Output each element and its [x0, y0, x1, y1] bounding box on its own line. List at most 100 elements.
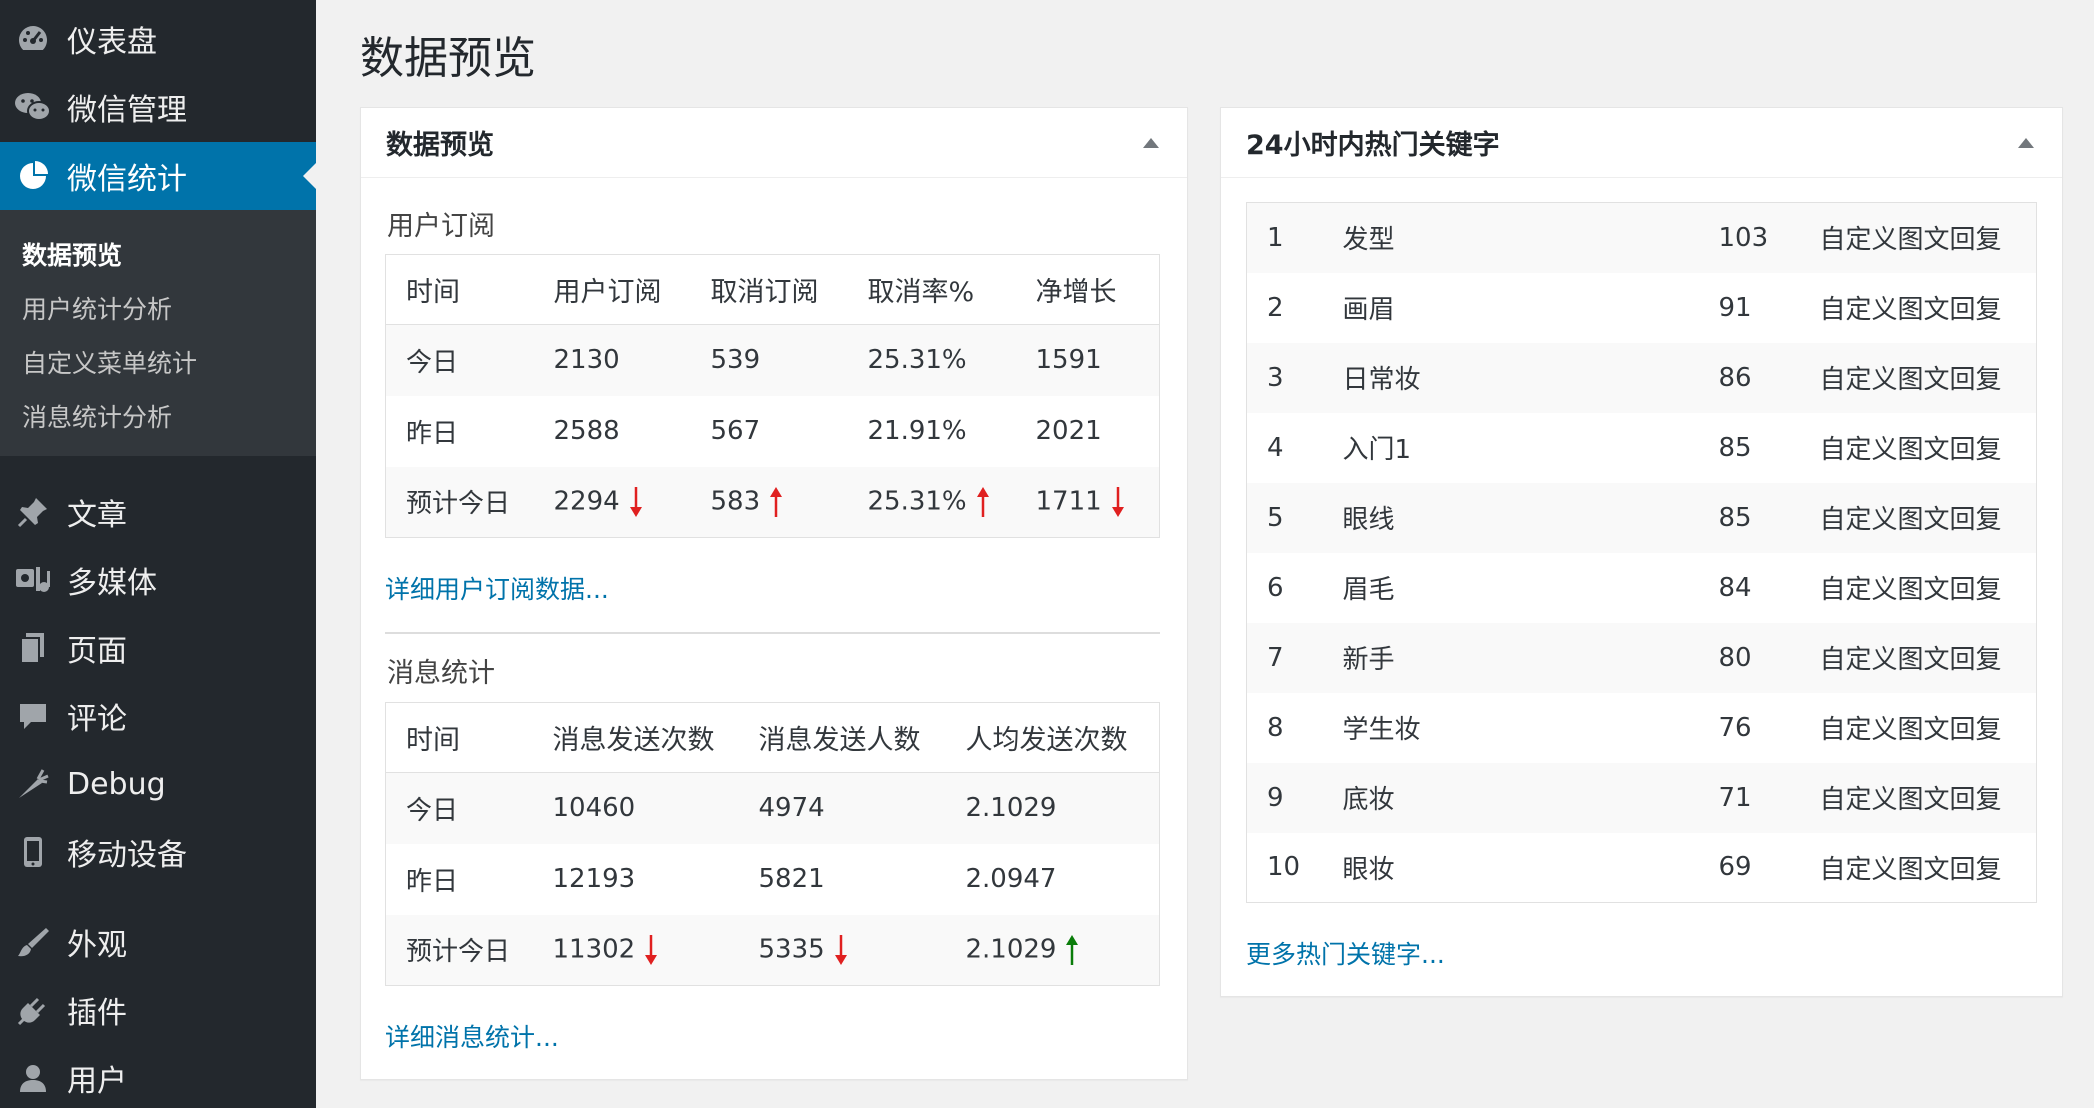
keyword-cell: 学生妆: [1342, 715, 1421, 745]
forecast-value: 5335: [758, 934, 825, 965]
table-row: 1 发型 103 自定义图文回复: [1246, 202, 2037, 273]
table-row: 3 日常妆 86 自定义图文回复: [1246, 342, 2037, 413]
subscribe-section-title: 用户订阅: [387, 211, 495, 242]
submenu-message-analysis[interactable]: 消息统计分析: [22, 398, 172, 434]
table-cell: 5335: [738, 914, 946, 986]
reply-type-cell: 自定义图文回复: [1819, 762, 2037, 833]
keyword-cell: 发型: [1342, 202, 1719, 273]
data-overview-box-header[interactable]: 数据预览: [361, 108, 1187, 178]
mobile-icon: [13, 832, 53, 872]
table-cell: 2588: [553, 416, 620, 446]
reply-type-cell: 自定义图文回复: [1819, 295, 2002, 325]
table-cell: 2130: [533, 324, 691, 396]
pushpin-icon: [13, 492, 53, 532]
arrow-down-icon: [629, 486, 642, 517]
table-row: 昨日 2588 567 21.91% 2021: [386, 396, 1160, 467]
menu-users[interactable]: 用户: [0, 1044, 316, 1108]
rank-cell: 3: [1246, 342, 1343, 413]
forecast-value: 1711: [1035, 486, 1102, 517]
table-cell: 2.0947: [965, 864, 1057, 894]
submenu-custom-menu-stats[interactable]: 自定义菜单统计: [22, 344, 197, 380]
arrow-down-icon: [1111, 486, 1124, 517]
table-cell: 583: [690, 466, 848, 538]
reply-type-cell: 自定义图文回复: [1819, 482, 2037, 553]
count-cell: 86: [1718, 342, 1820, 413]
table-cell: 2.1029: [945, 914, 1160, 986]
table-row: 6 眉毛 84 自定义图文回复: [1247, 553, 2037, 623]
menu-wechat-manage-label: 微信管理: [67, 93, 187, 128]
menu-appearance[interactable]: 外观: [0, 908, 316, 976]
hot-keywords-box-title: 24小时内热门关键字: [1246, 130, 1500, 161]
table-header-row: 时间 消息发送次数 消息发送人数 人均发送次数: [385, 702, 1160, 773]
table-cell: 2294: [533, 466, 691, 538]
table-row: 昨日 12193 5821 2.0947: [386, 844, 1160, 915]
arrow-down-icon: [834, 934, 847, 965]
menu-comments-label: 评论: [67, 702, 127, 737]
wechat-stats-submenu: 数据预览 用户统计分析 自定义菜单统计 消息统计分析: [0, 210, 316, 456]
menu-pages[interactable]: 页面: [0, 614, 316, 682]
submenu-user-analysis[interactable]: 用户统计分析: [22, 290, 172, 326]
dashboard-icon: [13, 19, 53, 59]
column-header: 消息发送人数: [738, 702, 946, 773]
table-cell: 预计今日: [385, 466, 534, 538]
rank-cell: 7: [1246, 622, 1343, 693]
hot-keywords-box-header[interactable]: 24小时内热门关键字: [1221, 108, 2062, 178]
column-header: 消息发送次数: [532, 702, 739, 773]
rank-cell: 1: [1246, 202, 1343, 273]
table-row: 预计今日 2294 583 25.31% 1711: [385, 466, 1160, 538]
menu-mobile[interactable]: 移动设备: [0, 818, 316, 886]
count-cell: 76: [1718, 712, 1752, 743]
messages-details-link[interactable]: 详细消息统计...: [385, 1018, 559, 1054]
rank-cell: 2: [1267, 292, 1284, 323]
menu-comments[interactable]: 评论: [0, 682, 316, 750]
table-cell: 11302: [532, 914, 739, 986]
count-cell: 71: [1718, 762, 1820, 833]
table-cell: 今日: [385, 324, 534, 396]
rank-cell: 4: [1267, 432, 1284, 463]
submenu-data-overview[interactable]: 数据预览: [22, 236, 122, 272]
reply-type-cell: 自定义图文回复: [1819, 715, 2002, 745]
table-row: 4 入门1 85 自定义图文回复: [1247, 413, 2037, 483]
menu-dashboard[interactable]: 仪表盘: [0, 5, 316, 73]
menu-posts[interactable]: 文章: [0, 478, 316, 546]
table-cell: 1711: [1015, 466, 1160, 538]
rank-cell: 8: [1267, 712, 1284, 743]
table-cell: 昨日: [406, 866, 459, 897]
table-header-row: 时间 用户订阅 取消订阅 取消率% 净增长: [385, 254, 1160, 325]
pie-chart-icon: [13, 156, 53, 196]
reply-type-cell: 自定义图文回复: [1819, 435, 2002, 465]
page-icon: [13, 628, 53, 668]
table-row: 2 画眉 91 自定义图文回复: [1247, 273, 2037, 343]
subscribe-details-link[interactable]: 详细用户订阅数据...: [385, 570, 609, 606]
count-cell: 69: [1718, 852, 1752, 883]
menu-debug[interactable]: Debug: [0, 750, 316, 818]
menu-pages-label: 页面: [67, 634, 127, 669]
collapse-toggle-icon[interactable]: [2018, 138, 2034, 148]
table-cell: 25.31%: [847, 466, 1016, 538]
collapse-toggle-icon[interactable]: [1143, 138, 1159, 148]
keyword-cell: 新手: [1342, 622, 1719, 693]
keyword-cell: 画眉: [1342, 295, 1395, 325]
table-cell: 2.1029: [945, 772, 1160, 844]
table-cell: 1591: [1015, 324, 1160, 396]
keyword-cell: 日常妆: [1342, 342, 1719, 413]
page-title: 数据预览: [360, 33, 536, 84]
count-cell: 85: [1718, 432, 1752, 463]
forecast-value: 25.31%: [867, 486, 967, 517]
menu-media[interactable]: 多媒体: [0, 546, 316, 614]
arrow-down-icon: [645, 934, 658, 965]
column-header: 时间: [385, 254, 534, 325]
more-keywords-link[interactable]: 更多热门关键字...: [1246, 935, 1445, 971]
messages-table: 时间 消息发送次数 消息发送人数 人均发送次数 今日 10460 4974 2.…: [385, 702, 1160, 986]
comment-icon: [13, 696, 53, 736]
menu-wechat-stats[interactable]: 微信统计: [0, 142, 316, 210]
count-cell: 84: [1718, 572, 1752, 603]
reply-type-cell: 自定义图文回复: [1819, 854, 2002, 885]
menu-wechat-manage[interactable]: 微信管理: [0, 73, 316, 141]
table-cell: 539: [690, 324, 848, 396]
arrow-up-icon: [1066, 934, 1079, 965]
keyword-cell: 底妆: [1342, 762, 1719, 833]
hot-keywords-table: 1 发型 103 自定义图文回复 2 画眉 91 自定义图文回复 3 日常妆 86 自定义图文回复…: [1246, 202, 2037, 903]
table-row: 今日 2130 539 25.31% 1591: [385, 324, 1160, 396]
menu-plugins[interactable]: 插件: [0, 976, 316, 1044]
